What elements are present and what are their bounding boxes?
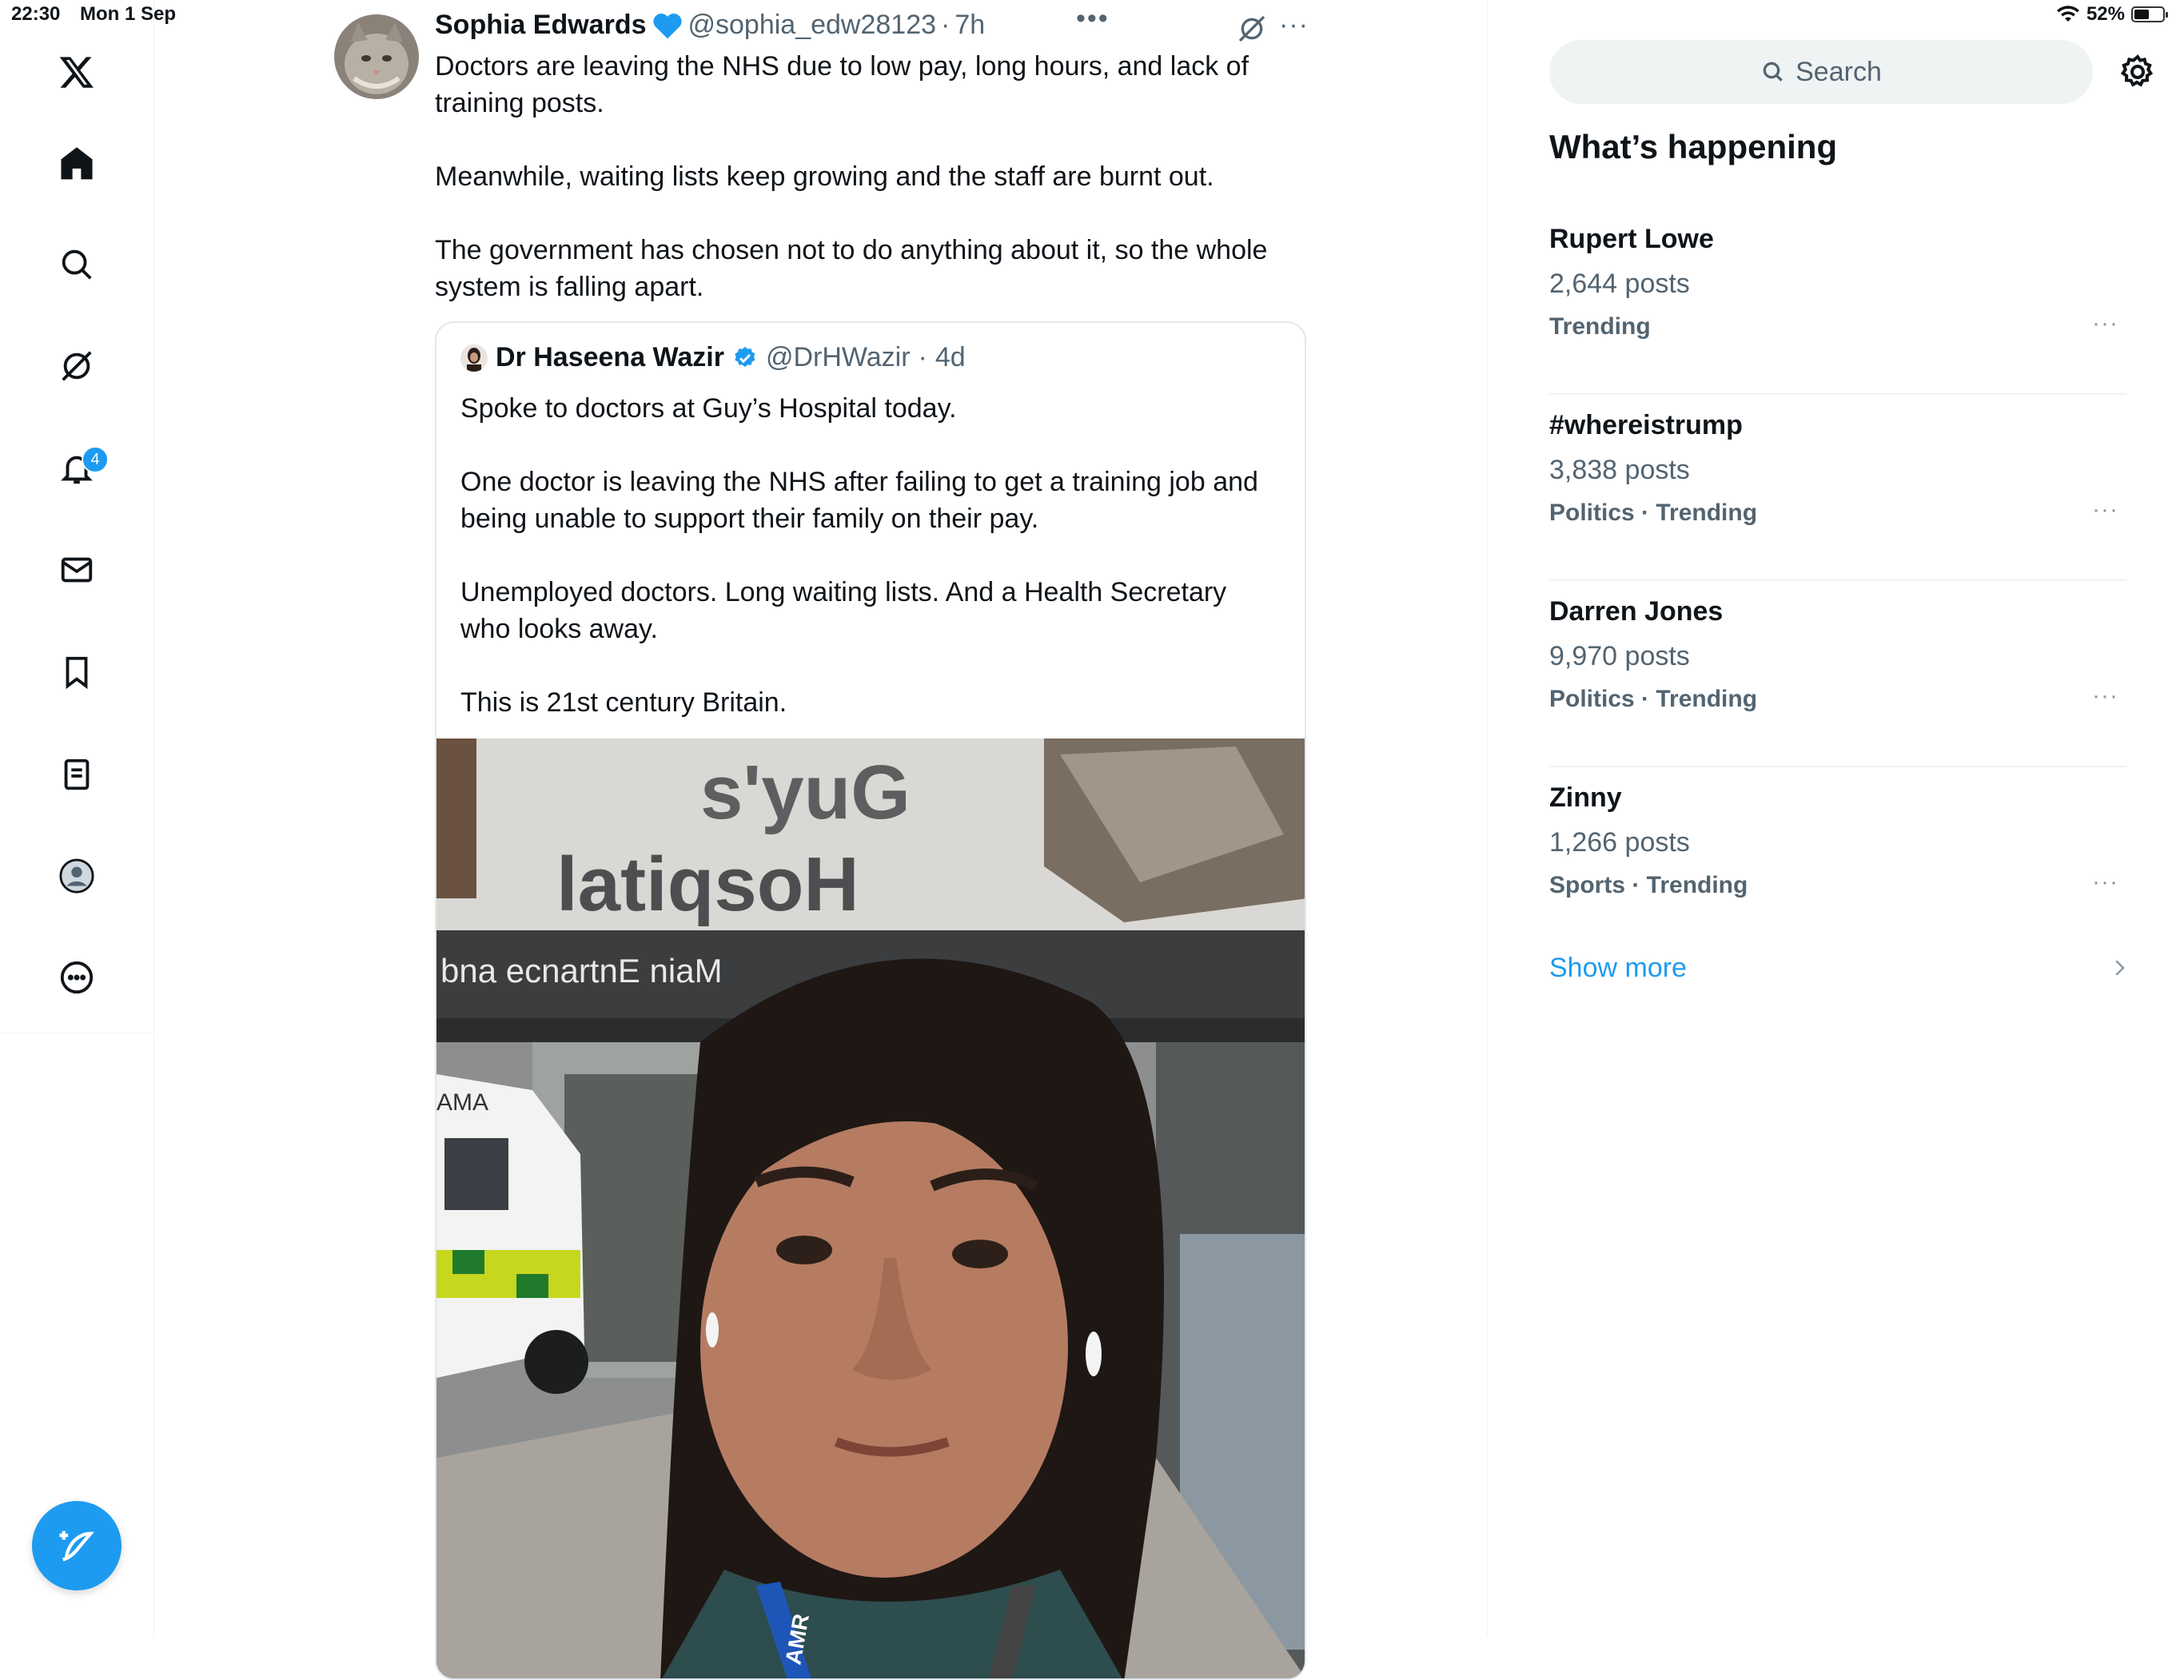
sign-line3: bna ecnartnE niaM xyxy=(440,952,723,989)
compose-button[interactable] xyxy=(32,1501,122,1590)
trend-meta: Sports · Trending xyxy=(1549,872,1748,898)
lists-icon[interactable] xyxy=(45,742,109,806)
post-paragraph: Doctors are leaving the NHS due to low p… xyxy=(435,51,1249,118)
trend-more-icon[interactable]: ··· xyxy=(2092,869,2118,896)
post-more-icon[interactable]: ··· xyxy=(1279,10,1309,41)
trend-meta: Politics · Trending xyxy=(1549,500,1758,526)
author-handle[interactable]: @sophia_edw28123 xyxy=(688,10,937,41)
chevron-right-icon xyxy=(2115,960,2125,976)
post-paragraph: Meanwhile, waiting lists keep growing an… xyxy=(435,161,1214,192)
left-nav: 4 xyxy=(0,0,154,1637)
drag-handle-icon[interactable]: ••• xyxy=(1076,3,1110,34)
trend-count: 2,644 posts xyxy=(1549,269,1690,299)
quoted-author-name[interactable]: Dr Haseena Wazir xyxy=(496,342,724,373)
quoted-post[interactable]: Dr Haseena Wazir @DrHWazir · 4d Spoke to… xyxy=(435,321,1306,1680)
trend-item[interactable]: Zinny 1,266 posts Sports · Trending ··· xyxy=(1549,766,2126,952)
post-time[interactable]: 7h xyxy=(955,10,985,41)
search-placeholder: Search xyxy=(1795,56,1882,87)
verified-badge-icon xyxy=(735,346,755,367)
trend-name: Darren Jones xyxy=(1549,596,1724,627)
post-paragraph: The government has chosen not to do anyt… xyxy=(435,235,1268,302)
grok-icon[interactable] xyxy=(45,334,109,398)
ambulance-text: AMA xyxy=(436,1089,488,1116)
home-icon[interactable] xyxy=(45,131,109,195)
trend-more-icon[interactable]: ··· xyxy=(2092,496,2118,524)
trend-meta: Trending xyxy=(1549,313,1651,340)
profile-icon[interactable] xyxy=(45,844,109,908)
quoted-paragraph: This is 21st century Britain. xyxy=(460,687,787,718)
quoted-paragraph: Spoke to doctors at Guy’s Hospital today… xyxy=(460,393,957,424)
search-input[interactable]: Search xyxy=(1549,40,2093,104)
trend-more-icon[interactable]: ··· xyxy=(2092,683,2118,710)
quoted-avatar xyxy=(460,344,488,372)
post-text: Doctors are leaving the NHS due to low p… xyxy=(435,48,1298,342)
trend-count: 3,838 posts xyxy=(1549,455,1690,485)
compose-feather-icon xyxy=(59,1531,95,1562)
trend-more-icon[interactable]: ··· xyxy=(2092,310,2118,337)
search-icon[interactable] xyxy=(45,233,109,297)
blue-heart-icon xyxy=(652,13,682,38)
messages-icon[interactable] xyxy=(45,538,109,602)
quoted-time: 4d xyxy=(935,342,966,372)
quoted-paragraph: One doctor is leaving the NHS after fail… xyxy=(460,467,1258,534)
x-logo-icon[interactable] xyxy=(45,40,109,104)
trend-count: 1,266 posts xyxy=(1549,827,1690,858)
status-indicators: 52% xyxy=(2056,3,2168,26)
trend-item[interactable]: Darren Jones 9,970 posts Politics · Tren… xyxy=(1549,580,2126,767)
more-icon[interactable] xyxy=(45,945,109,1009)
show-more-link[interactable]: Show more xyxy=(1549,953,1687,984)
trend-count: 9,970 posts xyxy=(1549,641,1690,671)
quoted-separator: · xyxy=(918,342,927,372)
post-header: Sophia Edwards @sophia_edw28123 · 7h xyxy=(435,10,985,41)
quoted-handle[interactable]: @DrHWazir xyxy=(766,342,911,373)
battery-percent: 52% xyxy=(2086,3,2125,25)
quoted-paragraph: Unemployed doctors. Long waiting lists. … xyxy=(460,577,1227,644)
search-icon xyxy=(1763,62,1783,82)
trend-name: #whereistrump xyxy=(1549,410,1743,440)
quoted-header: Dr Haseena Wazir @DrHWazir · 4d xyxy=(460,342,966,373)
battery-icon xyxy=(2131,6,2168,22)
time-separator: · xyxy=(941,10,951,40)
notification-badge: 4 xyxy=(82,446,109,473)
trend-item[interactable]: #whereistrump 3,838 posts Politics · Tre… xyxy=(1549,394,2126,581)
sign-line1: s'yuG xyxy=(700,750,911,835)
battery-level xyxy=(2134,10,2149,19)
trend-name: Rupert Lowe xyxy=(1549,224,1714,254)
quoted-photo[interactable]: s'yuG latiqsoH bna ecnartnE niaM AMA AMR xyxy=(436,738,1306,1680)
trend-meta: Politics · Trending xyxy=(1549,686,1758,712)
notifications-icon[interactable]: 4 xyxy=(45,436,109,500)
author-name[interactable]: Sophia Edwards xyxy=(435,10,647,41)
settings-gear-icon[interactable] xyxy=(2118,53,2157,91)
author-avatar[interactable] xyxy=(334,14,419,99)
whats-happening-title: What’s happening xyxy=(1549,128,1838,165)
bookmarks-icon[interactable] xyxy=(45,640,109,704)
sign-line2: latiqsoH xyxy=(556,842,859,927)
trend-item[interactable]: Rupert Lowe 2,644 posts Trending ··· xyxy=(1549,208,2126,395)
wifi-icon xyxy=(2056,6,2079,22)
trend-name: Zinny xyxy=(1549,782,1622,813)
grok-icon[interactable] xyxy=(1236,13,1268,45)
quoted-text: Spoke to doctors at Guy’s Hospital today… xyxy=(460,390,1276,758)
